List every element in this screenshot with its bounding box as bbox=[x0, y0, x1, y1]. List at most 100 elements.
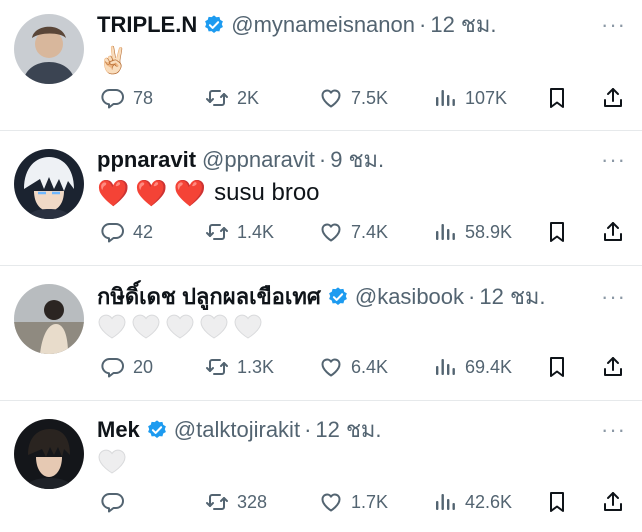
retweet-icon bbox=[205, 490, 229, 514]
tweet-card[interactable]: ppnaravit @ppnaravit · 9 ชม. ··· ❤️ ❤️ ❤… bbox=[0, 131, 642, 265]
reply-button[interactable] bbox=[101, 487, 125, 517]
share-icon bbox=[601, 355, 625, 379]
views-button[interactable]: 58.9K bbox=[433, 217, 512, 247]
white-heart-emoji bbox=[233, 312, 263, 340]
red-heart-emoji: ❤️ bbox=[97, 178, 130, 208]
views-icon bbox=[433, 220, 457, 244]
tweet-header: กษิดิ์เดช ปลูกผลเขือเทศ @kasibook · 12 ช… bbox=[97, 282, 546, 312]
views-icon bbox=[433, 490, 457, 514]
separator-dot: · bbox=[468, 284, 476, 309]
retweet-count: 1.3K bbox=[237, 356, 275, 377]
user-handle[interactable]: @mynameisnanon bbox=[231, 10, 415, 40]
bookmark-button[interactable] bbox=[545, 487, 569, 517]
display-name[interactable]: Mek bbox=[97, 415, 140, 445]
bookmark-icon bbox=[545, 220, 569, 244]
user-handle[interactable]: @talktojirakit bbox=[174, 415, 300, 445]
more-icon[interactable]: ··· bbox=[601, 419, 626, 441]
tweet-card[interactable]: TRIPLE.N @mynameisnanon · 12 ชม. ··· ✌🏻 … bbox=[0, 0, 642, 130]
white-heart-emoji bbox=[131, 312, 161, 340]
reply-icon bbox=[101, 355, 125, 379]
white-heart-emoji bbox=[97, 447, 127, 475]
verified-badge-icon bbox=[146, 419, 168, 441]
tweet-text: ✌🏻 bbox=[97, 44, 129, 76]
tweet-text: ❤️ ❤️ ❤️ susu broo bbox=[97, 177, 320, 209]
share-button[interactable] bbox=[601, 487, 625, 517]
share-icon bbox=[601, 220, 625, 244]
like-button[interactable]: 1.7K bbox=[319, 487, 388, 517]
more-icon[interactable]: ··· bbox=[601, 14, 626, 36]
display-name[interactable]: ppnaravit bbox=[97, 145, 196, 175]
bookmark-icon bbox=[545, 490, 569, 514]
bookmark-button[interactable] bbox=[545, 83, 569, 113]
avatar[interactable] bbox=[14, 419, 84, 489]
retweet-button[interactable]: 1.4K bbox=[205, 217, 274, 247]
more-icon[interactable]: ··· bbox=[601, 149, 626, 171]
bookmark-icon bbox=[545, 355, 569, 379]
more-icon[interactable]: ··· bbox=[601, 286, 626, 308]
user-handle[interactable]: @ppnaravit bbox=[202, 145, 315, 175]
like-count: 7.4K bbox=[351, 221, 389, 242]
action-bar: 328 1.7K 42.6K bbox=[97, 487, 627, 517]
share-button[interactable] bbox=[601, 217, 625, 247]
like-count: 6.4K bbox=[351, 356, 389, 377]
tweet-card[interactable]: กษิดิ์เดช ปลูกผลเขือเทศ @kasibook · 12 ช… bbox=[0, 266, 642, 400]
reply-button[interactable]: 20 bbox=[101, 352, 153, 382]
like-button[interactable]: 6.4K bbox=[319, 352, 388, 382]
reply-button[interactable]: 78 bbox=[101, 83, 153, 113]
view-count: 58.9K bbox=[465, 221, 513, 242]
retweet-button[interactable]: 1.3K bbox=[205, 352, 274, 382]
victory-hand-emoji: ✌🏻 bbox=[97, 45, 130, 75]
view-count: 107K bbox=[465, 87, 508, 108]
share-button[interactable] bbox=[601, 352, 625, 382]
view-count: 69.4K bbox=[465, 356, 513, 377]
like-button[interactable]: 7.5K bbox=[319, 83, 388, 113]
reply-count: 78 bbox=[133, 87, 154, 108]
views-button[interactable]: 69.4K bbox=[433, 352, 512, 382]
timestamp[interactable]: 9 ชม. bbox=[330, 145, 384, 175]
retweet-icon bbox=[205, 355, 229, 379]
tweet-header: TRIPLE.N @mynameisnanon · 12 ชม. bbox=[97, 10, 496, 40]
action-bar: 78 2K 7.5K 107K bbox=[97, 83, 627, 113]
white-heart-emoji bbox=[97, 312, 127, 340]
separator-dot: · bbox=[304, 417, 312, 442]
like-button[interactable]: 7.4K bbox=[319, 217, 388, 247]
share-icon bbox=[601, 86, 625, 110]
timestamp[interactable]: 12 ชม. bbox=[479, 282, 545, 312]
retweet-button[interactable]: 328 bbox=[205, 487, 267, 517]
avatar[interactable] bbox=[14, 14, 84, 84]
retweet-count: 1.4K bbox=[237, 221, 275, 242]
red-heart-emoji: ❤️ bbox=[173, 178, 207, 208]
like-count: 1.7K bbox=[351, 491, 389, 512]
user-handle[interactable]: @kasibook bbox=[355, 282, 464, 312]
retweet-icon bbox=[205, 220, 229, 244]
avatar[interactable] bbox=[14, 284, 84, 354]
views-button[interactable]: 107K bbox=[433, 83, 507, 113]
display-name[interactable]: TRIPLE.N bbox=[97, 10, 197, 40]
reply-count: 20 bbox=[133, 356, 154, 377]
tweet-card[interactable]: Mek @talktojirakit · 12 ชม. ··· 328 1.7K… bbox=[0, 401, 642, 532]
views-icon bbox=[433, 355, 457, 379]
tweet-text bbox=[97, 312, 263, 340]
timestamp[interactable]: 12 ชม. bbox=[315, 415, 381, 445]
tweet-text bbox=[97, 447, 127, 475]
timestamp[interactable]: 12 ชม. bbox=[430, 10, 496, 40]
reply-icon bbox=[101, 86, 125, 110]
bookmark-icon bbox=[545, 86, 569, 110]
share-button[interactable] bbox=[601, 83, 625, 113]
like-icon bbox=[319, 86, 343, 110]
red-heart-emoji: ❤️ bbox=[135, 178, 168, 208]
retweet-button[interactable]: 2K bbox=[205, 83, 259, 113]
bookmark-button[interactable] bbox=[545, 217, 569, 247]
separator-dot: · bbox=[419, 12, 427, 37]
views-button[interactable]: 42.6K bbox=[433, 487, 512, 517]
avatar[interactable] bbox=[14, 149, 84, 219]
separator-dot: · bbox=[318, 147, 327, 172]
like-count: 7.5K bbox=[351, 87, 389, 108]
white-heart-emoji bbox=[165, 312, 195, 340]
reply-button[interactable]: 42 bbox=[101, 217, 153, 247]
reply-icon bbox=[101, 490, 125, 514]
retweet-count: 2K bbox=[237, 87, 260, 108]
bookmark-button[interactable] bbox=[545, 352, 569, 382]
white-heart-emoji bbox=[199, 312, 229, 340]
display-name[interactable]: กษิดิ์เดช ปลูกผลเขือเทศ bbox=[97, 282, 321, 312]
